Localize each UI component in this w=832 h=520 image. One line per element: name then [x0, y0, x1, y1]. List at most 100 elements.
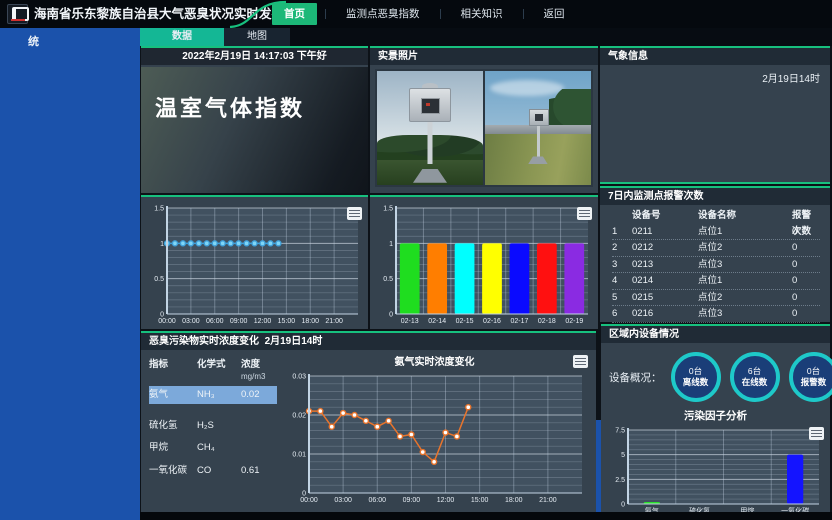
pollutants-time: 2月19日14时	[265, 336, 323, 347]
svg-text:06:00: 06:00	[206, 318, 224, 325]
table-row: 60216点位30	[612, 306, 820, 323]
devices-panel-title: 区域内设备情况	[601, 326, 830, 343]
daily-index-chart: 00.511.502-1302-1402-1502-1602-1702-1802…	[372, 203, 594, 327]
svg-text:15:00: 15:00	[471, 497, 489, 504]
pollutant-row-co[interactable]: 一氧化碳CO0.61	[149, 462, 277, 480]
datetime-text: 2022年2月19日 14:17:03 下午好	[141, 48, 368, 65]
svg-text:0: 0	[621, 502, 625, 509]
table-row: 50215点位20	[612, 290, 820, 307]
svg-text:21:00: 21:00	[325, 318, 343, 325]
chart-toolbox-icon[interactable]	[577, 207, 592, 220]
pollutant-row-ch4[interactable]: 甲烷CH₄	[149, 439, 277, 457]
daily-index-panel: 00.511.502-1302-1402-1502-1602-1702-1802…	[370, 195, 598, 329]
table-row: 30213点位30	[612, 257, 820, 274]
svg-text:7.5: 7.5	[615, 428, 625, 435]
bottom-strip	[140, 512, 832, 520]
nav-odor-index[interactable]: 监测点恶臭指数	[334, 3, 432, 25]
alarms-table: 设备号 设备名称 报警次数 10211点位10 20212点位20 30213点…	[600, 205, 830, 323]
svg-text:09:00: 09:00	[230, 318, 248, 325]
svg-text:21:00: 21:00	[539, 497, 557, 504]
stat-label: 离线数	[683, 377, 709, 388]
monitoring-device-icon	[529, 109, 549, 126]
stat-count: 0台	[689, 366, 702, 377]
svg-text:02-19: 02-19	[565, 318, 583, 325]
pollutant-row-nh3[interactable]: 氨气NH₃0.02	[149, 386, 277, 404]
nav-knowledge[interactable]: 相关知识	[449, 3, 515, 25]
devices-panel: 区域内设备情况 设备概况： 0台 离线数 6台 在线数 0台 报警数 污染因子分…	[601, 324, 830, 512]
svg-text:0.01: 0.01	[292, 452, 306, 459]
ammonia-chart-area: 氨气实时浓度变化 00.010.020.0300:0003:0006:0009:…	[281, 355, 588, 508]
nav-divider	[523, 9, 524, 19]
photo-strip	[375, 69, 593, 187]
nav-divider	[440, 9, 441, 19]
unit-label: mg/m3	[241, 372, 265, 381]
pollutants-table-header: 指标 化学式 浓度 mg/m3	[149, 359, 277, 383]
svg-text:02-14: 02-14	[428, 318, 446, 325]
svg-text:06:00: 06:00	[368, 497, 386, 504]
device-stats-row: 设备概况： 0台 离线数 6台 在线数 0台 报警数	[601, 343, 830, 404]
svg-text:00:00: 00:00	[300, 497, 318, 504]
svg-text:02-13: 02-13	[401, 318, 419, 325]
greenhouse-index-chart: 00.511.500:0003:0006:0009:0012:0015:0018…	[143, 203, 364, 327]
chart-toolbox-icon[interactable]	[347, 207, 362, 220]
tab-map[interactable]: 地图	[224, 28, 290, 46]
left-sidebar: 统	[0, 28, 140, 520]
alarms-table-header: 设备号 设备名称 报警次数	[612, 208, 820, 224]
weather-panel-title: 气象信息	[600, 48, 830, 65]
greeting-body: 温室气体指数	[141, 67, 368, 193]
pollutants-panel: 恶臭污染物实时浓度变化 2月19日14时 指标 化学式 浓度 mg/m3 氨气N…	[141, 331, 596, 512]
alarm-count-badge: 0台 报警数	[789, 352, 832, 402]
svg-text:18:00: 18:00	[505, 497, 523, 504]
tab-data[interactable]: 数据	[140, 28, 224, 46]
tab-bar: 数据 地图	[140, 28, 832, 46]
offline-count-badge: 0台 离线数	[671, 352, 721, 402]
svg-text:0.03: 0.03	[292, 374, 306, 381]
svg-text:0: 0	[389, 312, 393, 319]
svg-text:1: 1	[160, 241, 164, 248]
pollutant-row-h2s[interactable]: 硫化氢H₂S	[149, 417, 277, 435]
svg-text:15:00: 15:00	[278, 318, 296, 325]
svg-text:02-16: 02-16	[483, 318, 501, 325]
pollution-factor-title: 污染因子分析	[601, 408, 830, 423]
dashboard-root: 海南省乐东黎族自治县大气恶臭状况实时发布系 首页 监测点恶臭指数 相关知识 返回…	[0, 0, 832, 520]
svg-text:12:00: 12:00	[437, 497, 455, 504]
header-bar: 海南省乐东黎族自治县大气恶臭状况实时发布系 首页 监测点恶臭指数 相关知识 返回	[0, 0, 832, 28]
svg-text:0.02: 0.02	[292, 413, 306, 420]
stat-count: 0台	[807, 366, 820, 377]
greeting-panel: 2022年2月19日 14:17:03 下午好 温室气体指数	[141, 46, 368, 193]
photo-station-1	[377, 71, 483, 185]
svg-text:0.5: 0.5	[154, 276, 164, 283]
chart-toolbox-icon[interactable]	[573, 355, 588, 368]
pollutants-table: 指标 化学式 浓度 mg/m3 氨气NH₃0.02 硫化氢H₂S 甲烷CH₄ 一…	[149, 359, 277, 480]
chart-toolbox-icon[interactable]	[809, 427, 824, 440]
svg-text:18:00: 18:00	[301, 318, 319, 325]
table-row: 40214点位10	[612, 273, 820, 290]
svg-text:2.5: 2.5	[615, 477, 625, 484]
stat-count: 6台	[748, 366, 761, 377]
pollution-factor-chart-area: 02.557.5氨气硫化氢甲烷一氧化碳	[601, 425, 830, 520]
alarms-panel: 7日内监测点报警次数 设备号 设备名称 报警次数 10211点位10 20212…	[600, 186, 830, 322]
svg-text:02-18: 02-18	[538, 318, 556, 325]
nav-home[interactable]: 首页	[272, 3, 317, 25]
app-logo-icon	[7, 4, 28, 24]
online-count-badge: 6台 在线数	[730, 352, 780, 402]
weather-time: 2月19日14时	[762, 70, 820, 85]
monitoring-device-icon	[409, 88, 451, 122]
weather-panel: 气象信息 2月19日14时	[600, 46, 830, 184]
pollution-factor-chart: 02.557.5氨气硫化氢甲烷一氧化碳	[604, 425, 825, 517]
ammonia-chart-title: 氨气实时浓度变化	[281, 355, 588, 371]
svg-text:1.5: 1.5	[154, 206, 164, 213]
svg-text:1.5: 1.5	[383, 206, 393, 213]
svg-text:0.5: 0.5	[383, 276, 393, 283]
stat-label: 报警数	[801, 377, 827, 388]
svg-text:03:00: 03:00	[182, 318, 200, 325]
photos-panel: 实景照片	[370, 46, 598, 193]
table-row: 10211点位10	[612, 224, 820, 241]
pollutants-panel-title: 恶臭污染物实时浓度变化 2月19日14时	[141, 333, 596, 350]
nav-divider	[325, 9, 326, 19]
app-title-wrap: 统	[28, 33, 39, 49]
nav-back[interactable]: 返回	[532, 3, 577, 25]
ammonia-realtime-chart: 00.010.020.0300:0003:0006:0009:0012:0015…	[281, 371, 588, 506]
main-nav: 首页 监测点恶臭指数 相关知识 返回	[272, 0, 577, 28]
stat-label: 在线数	[742, 377, 768, 388]
